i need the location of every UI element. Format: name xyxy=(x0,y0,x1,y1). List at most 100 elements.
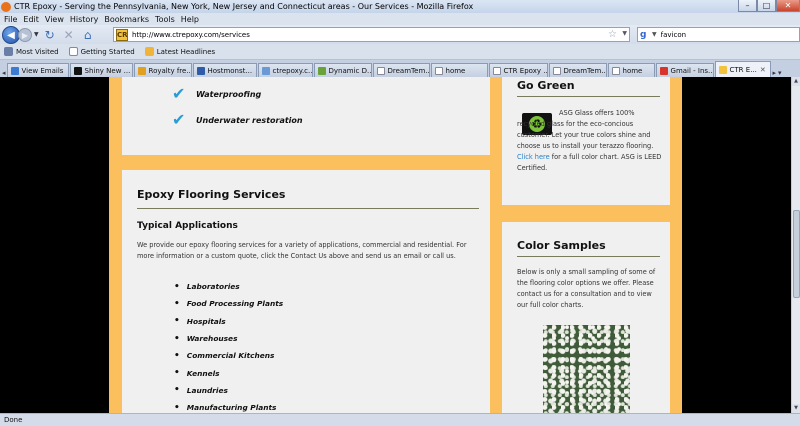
bookmark-star-icon[interactable]: ☆ xyxy=(608,29,617,40)
tab-favicon-icon xyxy=(611,66,620,75)
tab-favicon-icon xyxy=(10,66,19,75)
list-item: Commercial Kitchens xyxy=(174,347,283,364)
reload-icon[interactable]: ↻ xyxy=(42,27,58,43)
tab-dreamtemplate-2[interactable]: DreamTem... xyxy=(548,63,607,77)
tab-hostmonster[interactable]: Hostmonst... xyxy=(192,63,257,77)
search-engine-dropdown-icon[interactable]: ▼ xyxy=(652,31,657,38)
tab-label: Royalty fre... xyxy=(148,66,192,75)
close-tab-icon[interactable]: ✕ xyxy=(760,66,766,74)
tab-favicon-icon xyxy=(137,66,146,75)
go-green-heading: Go Green xyxy=(517,79,575,92)
menu-history[interactable]: History xyxy=(70,15,98,24)
bookmark-getting-started[interactable]: Getting Started xyxy=(68,47,135,56)
checkmark-icon: ✔ xyxy=(172,84,186,103)
gear-icon xyxy=(4,47,13,56)
close-window-button[interactable]: ✕ xyxy=(776,0,800,12)
title-bar: CTR Epoxy - Serving the Pennsylvania, Ne… xyxy=(0,0,800,13)
tab-scroll-left-icon[interactable]: ◂ xyxy=(2,69,6,77)
url-dropdown-icon[interactable]: ▼ xyxy=(622,30,627,37)
tab-shiny-new[interactable]: Shiny New ... xyxy=(69,63,133,77)
scrollbar-thumb[interactable] xyxy=(793,210,800,298)
address-bar[interactable]: CR ☆ ▼ xyxy=(113,27,630,42)
list-item: Kennels xyxy=(174,364,283,381)
go-green-panel: Go Green ♻ ASG Glass offers 100% recycle… xyxy=(502,77,670,205)
tab-view-emails[interactable]: View Emails xyxy=(6,63,69,77)
divider xyxy=(517,96,660,97)
click-here-link[interactable]: Click here xyxy=(517,153,550,161)
menu-help[interactable]: Help xyxy=(181,15,199,24)
page-viewport: ✔ Waterproofing ✔ Underwater restoration… xyxy=(0,77,791,413)
service-item: ✔ Waterproofing xyxy=(172,86,261,102)
tab-favicon-icon xyxy=(434,66,443,75)
tab-scroll-right-icon[interactable]: ▸ xyxy=(773,69,777,77)
tab-royalty-free[interactable]: Royalty fre... xyxy=(133,63,192,77)
tab-label: home xyxy=(622,66,643,75)
status-bar: Done xyxy=(0,413,800,426)
tab-ctrepoxy[interactable]: ctrepoxy.c... xyxy=(257,63,313,77)
color-samples-heading: Color Samples xyxy=(517,239,606,252)
bookmark-most-visited[interactable]: Most Visited xyxy=(4,47,59,56)
tab-label: ctrepoxy.c... xyxy=(272,66,313,75)
status-text: Done xyxy=(4,416,23,424)
list-item: Warehouses xyxy=(174,330,283,347)
minimize-button[interactable]: – xyxy=(738,0,757,12)
tab-dreamtemplate-1[interactable]: DreamTem... xyxy=(372,63,430,77)
search-input[interactable] xyxy=(660,30,791,39)
list-item: Laboratories xyxy=(174,278,283,295)
divider xyxy=(137,208,479,209)
tab-label: View Emails xyxy=(21,66,64,75)
go-green-text-body: ASG Glass offers 100% recycled glass for… xyxy=(517,109,654,150)
google-icon[interactable]: g xyxy=(640,30,650,40)
tab-favicon-icon xyxy=(376,66,385,75)
menu-bookmarks[interactable]: Bookmarks xyxy=(104,15,149,24)
list-item: Hospitals xyxy=(174,313,283,330)
tab-favicon-icon xyxy=(261,66,270,75)
bookmark-label: Getting Started xyxy=(80,47,135,56)
tab-label: DreamTem... xyxy=(563,66,607,75)
stop-icon[interactable]: ✕ xyxy=(61,27,77,43)
service-label: Waterproofing xyxy=(196,89,262,99)
tab-label: Hostmonst... xyxy=(207,66,253,75)
tab-list-icon[interactable]: ▾ xyxy=(778,69,782,77)
scroll-down-arrow-icon[interactable]: ▼ xyxy=(792,404,800,413)
menu-file[interactable]: File xyxy=(4,15,17,24)
go-green-text: ASG Glass offers 100% recycled glass for… xyxy=(517,108,662,174)
list-item: Food Processing Plants xyxy=(174,295,283,312)
color-samples-panel: Color Samples Below is only a small samp… xyxy=(502,222,670,413)
site-content-area: ✔ Waterproofing ✔ Underwater restoration… xyxy=(109,77,682,413)
url-input[interactable] xyxy=(132,30,592,39)
home-icon[interactable]: ⌂ xyxy=(80,27,96,43)
gmail-icon xyxy=(659,66,668,75)
tab-favicon-icon xyxy=(552,66,561,75)
tab-ctr-epoxy-active[interactable]: CTR E... ✕ xyxy=(714,61,771,77)
services-panel-top: ✔ Waterproofing ✔ Underwater restoration xyxy=(122,77,490,155)
bookmark-label: Latest Headlines xyxy=(156,47,216,56)
forward-button[interactable]: ▶ xyxy=(18,27,32,42)
rss-icon xyxy=(144,47,154,56)
list-item: Laundries xyxy=(174,382,283,399)
tab-dynamic-drive[interactable]: Dynamic D... xyxy=(313,63,372,77)
scroll-up-arrow-icon[interactable]: ▲ xyxy=(792,77,800,86)
tab-ctr-epoxy[interactable]: CTR Epoxy ... xyxy=(488,63,548,77)
epoxy-flooring-panel: Epoxy Flooring Services Typical Applicat… xyxy=(122,170,490,413)
list-item: Manufacturing Plants xyxy=(174,399,283,413)
history-dropdown-icon[interactable]: ▼ xyxy=(34,31,39,38)
window-title: CTR Epoxy - Serving the Pennsylvania, Ne… xyxy=(14,2,474,11)
menu-view[interactable]: View xyxy=(45,15,64,24)
menu-edit[interactable]: Edit xyxy=(23,15,39,24)
tab-favicon-icon xyxy=(196,66,205,75)
granite-sample-image xyxy=(543,325,630,413)
tab-home-1[interactable]: home xyxy=(430,63,488,77)
applications-list: Laboratories Food Processing Plants Hosp… xyxy=(174,278,283,413)
maximize-button[interactable]: □ xyxy=(757,0,776,12)
navigation-toolbar: ◀ ▶ ▼ ↻ ✕ ⌂ CR ☆ ▼ g ▼ xyxy=(0,25,800,44)
menu-tools[interactable]: Tools xyxy=(155,15,175,24)
epoxy-intro: We provide our epoxy flooring services f… xyxy=(137,241,467,260)
search-bar[interactable]: g ▼ xyxy=(637,27,800,42)
bookmark-latest-headlines[interactable]: Latest Headlines xyxy=(144,47,216,56)
epoxy-heading: Epoxy Flooring Services xyxy=(137,188,286,201)
site-favicon-icon: CR xyxy=(116,28,128,41)
vertical-scrollbar[interactable]: ▲ ▼ xyxy=(791,77,800,413)
tab-home-2[interactable]: home xyxy=(607,63,655,77)
tab-gmail[interactable]: Gmail - Ins... xyxy=(655,63,714,77)
